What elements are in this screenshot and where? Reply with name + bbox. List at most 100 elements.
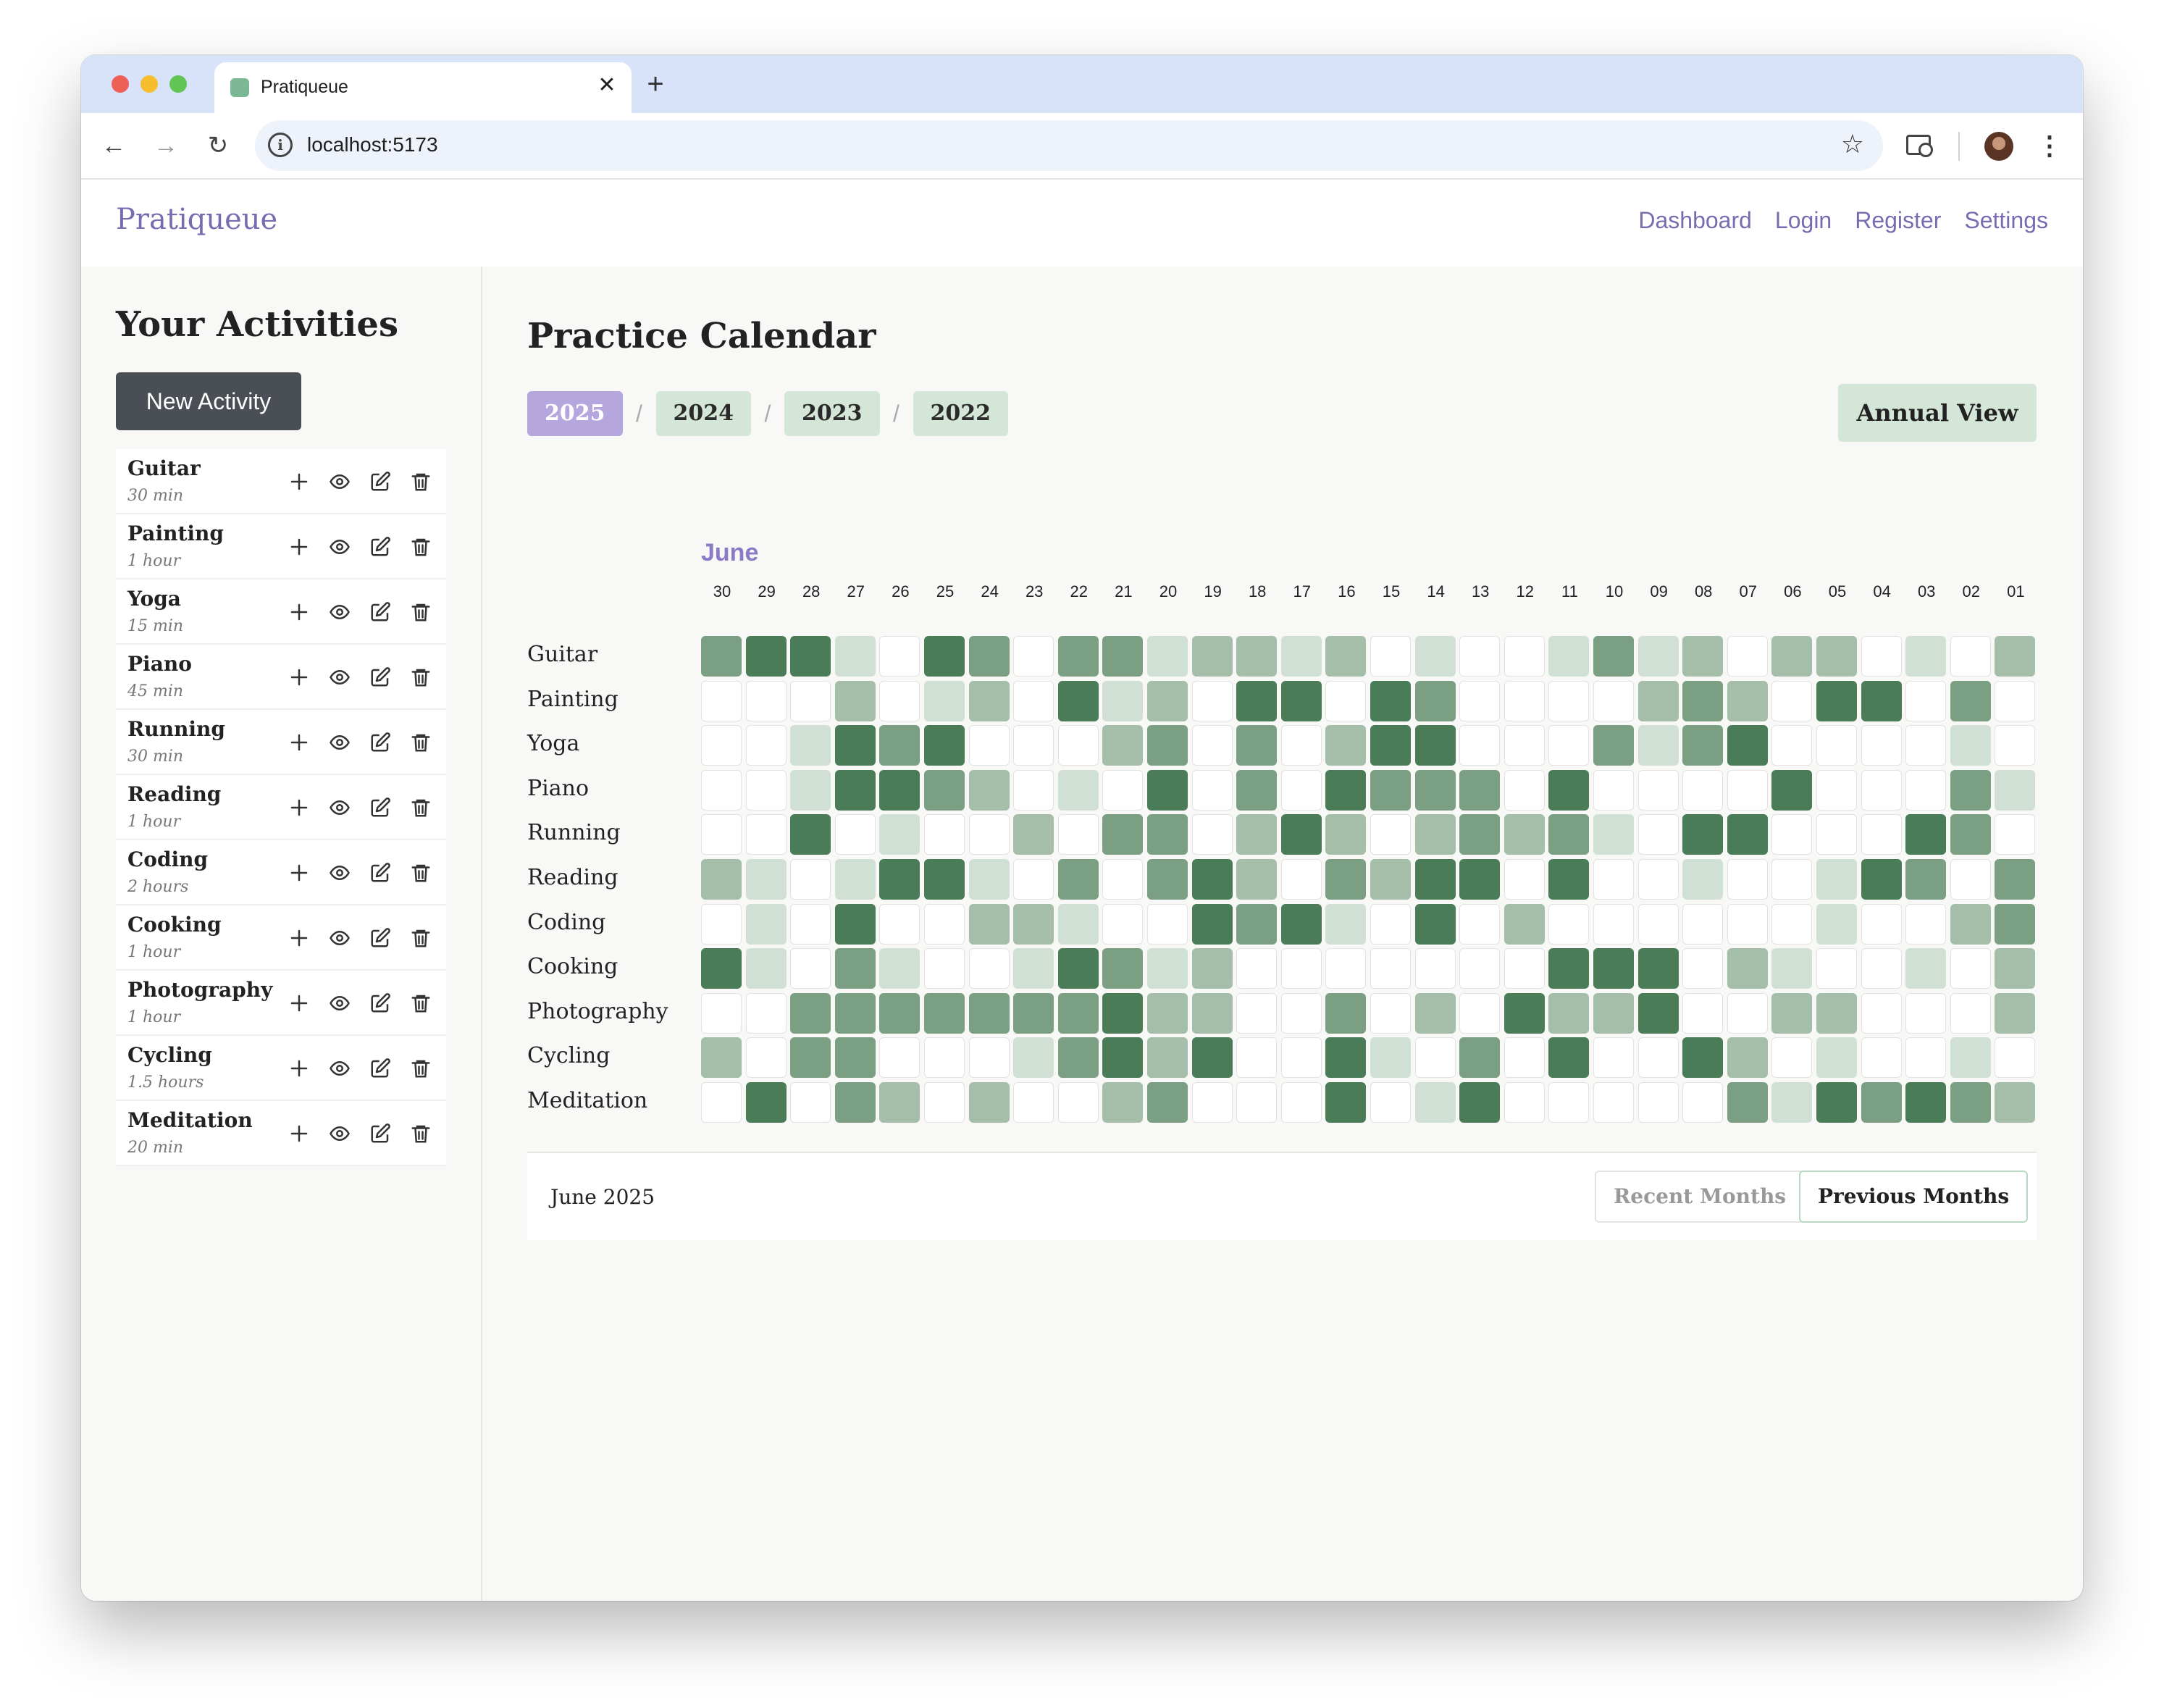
- calendar-cell[interactable]: [1771, 814, 1813, 855]
- calendar-cell[interactable]: [1057, 769, 1099, 811]
- calendar-cell[interactable]: [1682, 859, 1724, 900]
- nav-dashboard[interactable]: Dashboard: [1638, 207, 1752, 234]
- calendar-cell[interactable]: [1816, 948, 1857, 989]
- calendar-cell[interactable]: [1013, 859, 1054, 900]
- edit-icon[interactable]: [365, 923, 395, 953]
- calendar-cell[interactable]: [701, 992, 742, 1034]
- site-info-icon[interactable]: i: [268, 133, 293, 157]
- calendar-cell[interactable]: [1191, 814, 1233, 855]
- calendar-cell[interactable]: [968, 814, 1010, 855]
- calendar-cell[interactable]: [834, 814, 876, 855]
- annual-view-button[interactable]: Annual View: [1838, 384, 2037, 442]
- calendar-cell[interactable]: [1414, 1037, 1456, 1079]
- calendar-cell[interactable]: [790, 769, 831, 811]
- calendar-cell[interactable]: [968, 903, 1010, 945]
- calendar-cell[interactable]: [1816, 769, 1857, 811]
- calendar-cell[interactable]: [1057, 725, 1099, 766]
- calendar-cell[interactable]: [1950, 680, 1991, 721]
- eye-icon[interactable]: [324, 858, 355, 888]
- calendar-cell[interactable]: [1637, 992, 1679, 1034]
- activity-name[interactable]: Meditation: [127, 1108, 253, 1132]
- calendar-cell[interactable]: [1325, 992, 1367, 1034]
- activity-name[interactable]: Photography: [127, 978, 272, 1002]
- calendar-cell[interactable]: [1013, 1037, 1054, 1079]
- calendar-cell[interactable]: [1504, 948, 1545, 989]
- browser-tab[interactable]: Pratiqueue ✕: [214, 62, 632, 113]
- calendar-cell[interactable]: [1861, 903, 1902, 945]
- calendar-cell[interactable]: [1280, 903, 1322, 945]
- calendar-cell[interactable]: [745, 725, 787, 766]
- calendar-cell[interactable]: [1504, 680, 1545, 721]
- calendar-cell[interactable]: [1325, 814, 1367, 855]
- calendar-cell[interactable]: [745, 903, 787, 945]
- calendar-cell[interactable]: [1593, 1082, 1634, 1123]
- edit-icon[interactable]: [365, 792, 395, 823]
- calendar-cell[interactable]: [1905, 725, 1947, 766]
- plus-icon[interactable]: [284, 858, 314, 888]
- trash-icon[interactable]: [406, 1118, 436, 1149]
- edit-icon[interactable]: [365, 988, 395, 1018]
- calendar-cell[interactable]: [790, 903, 831, 945]
- calendar-cell[interactable]: [745, 814, 787, 855]
- calendar-cell[interactable]: [1057, 1082, 1099, 1123]
- calendar-cell[interactable]: [1950, 725, 1991, 766]
- calendar-cell[interactable]: [1191, 992, 1233, 1034]
- edit-icon[interactable]: [365, 532, 395, 562]
- activity-name[interactable]: Piano: [127, 652, 192, 676]
- trash-icon[interactable]: [406, 466, 436, 497]
- calendar-cell[interactable]: [745, 680, 787, 721]
- activity-name[interactable]: Guitar: [127, 456, 201, 480]
- calendar-cell[interactable]: [1861, 1082, 1902, 1123]
- calendar-cell[interactable]: [1236, 992, 1278, 1034]
- activity-item[interactable]: Reading 1 hour: [116, 775, 446, 840]
- plus-icon[interactable]: [284, 792, 314, 823]
- calendar-cell[interactable]: [1950, 903, 1991, 945]
- calendar-cell[interactable]: [701, 814, 742, 855]
- calendar-cell[interactable]: [1459, 992, 1501, 1034]
- calendar-cell[interactable]: [1370, 814, 1411, 855]
- activity-item[interactable]: Running 30 min: [116, 710, 446, 775]
- calendar-cell[interactable]: [1414, 725, 1456, 766]
- trash-icon[interactable]: [406, 1053, 436, 1084]
- calendar-cell[interactable]: [879, 1082, 920, 1123]
- calendar-cell[interactable]: [968, 859, 1010, 900]
- calendar-cell[interactable]: [1057, 1037, 1099, 1079]
- calendar-cell[interactable]: [1370, 1082, 1411, 1123]
- calendar-cell[interactable]: [1504, 992, 1545, 1034]
- calendar-cell[interactable]: [968, 1082, 1010, 1123]
- year-2023-button[interactable]: 2023: [784, 391, 880, 436]
- calendar-cell[interactable]: [1950, 859, 1991, 900]
- calendar-cell[interactable]: [1593, 903, 1634, 945]
- calendar-cell[interactable]: [745, 636, 787, 677]
- calendar-cell[interactable]: [1459, 814, 1501, 855]
- activity-item[interactable]: Painting 1 hour: [116, 514, 446, 579]
- calendar-cell[interactable]: [1950, 1037, 1991, 1079]
- calendar-cell[interactable]: [1102, 680, 1144, 721]
- calendar-cell[interactable]: [834, 859, 876, 900]
- calendar-cell[interactable]: [701, 859, 742, 900]
- calendar-cell[interactable]: [1816, 680, 1857, 721]
- calendar-cell[interactable]: [1593, 1037, 1634, 1079]
- calendar-cell[interactable]: [1995, 769, 2036, 811]
- calendar-cell[interactable]: [745, 1037, 787, 1079]
- calendar-cell[interactable]: [1370, 1037, 1411, 1079]
- calendar-cell[interactable]: [1280, 1082, 1322, 1123]
- eye-icon[interactable]: [324, 988, 355, 1018]
- calendar-cell[interactable]: [1236, 680, 1278, 721]
- calendar-cell[interactable]: [1057, 992, 1099, 1034]
- calendar-cell[interactable]: [1280, 769, 1322, 811]
- calendar-cell[interactable]: [745, 859, 787, 900]
- calendar-cell[interactable]: [1325, 769, 1367, 811]
- calendar-cell[interactable]: [1861, 948, 1902, 989]
- edit-icon[interactable]: [365, 727, 395, 758]
- calendar-cell[interactable]: [1637, 636, 1679, 677]
- calendar-cell[interactable]: [834, 903, 876, 945]
- calendar-cell[interactable]: [1593, 636, 1634, 677]
- calendar-cell[interactable]: [879, 769, 920, 811]
- calendar-cell[interactable]: [1370, 948, 1411, 989]
- calendar-cell[interactable]: [1771, 1082, 1813, 1123]
- calendar-cell[interactable]: [1861, 992, 1902, 1034]
- previous-months-button[interactable]: Previous Months: [1799, 1171, 2029, 1223]
- calendar-cell[interactable]: [924, 948, 965, 989]
- calendar-cell[interactable]: [968, 948, 1010, 989]
